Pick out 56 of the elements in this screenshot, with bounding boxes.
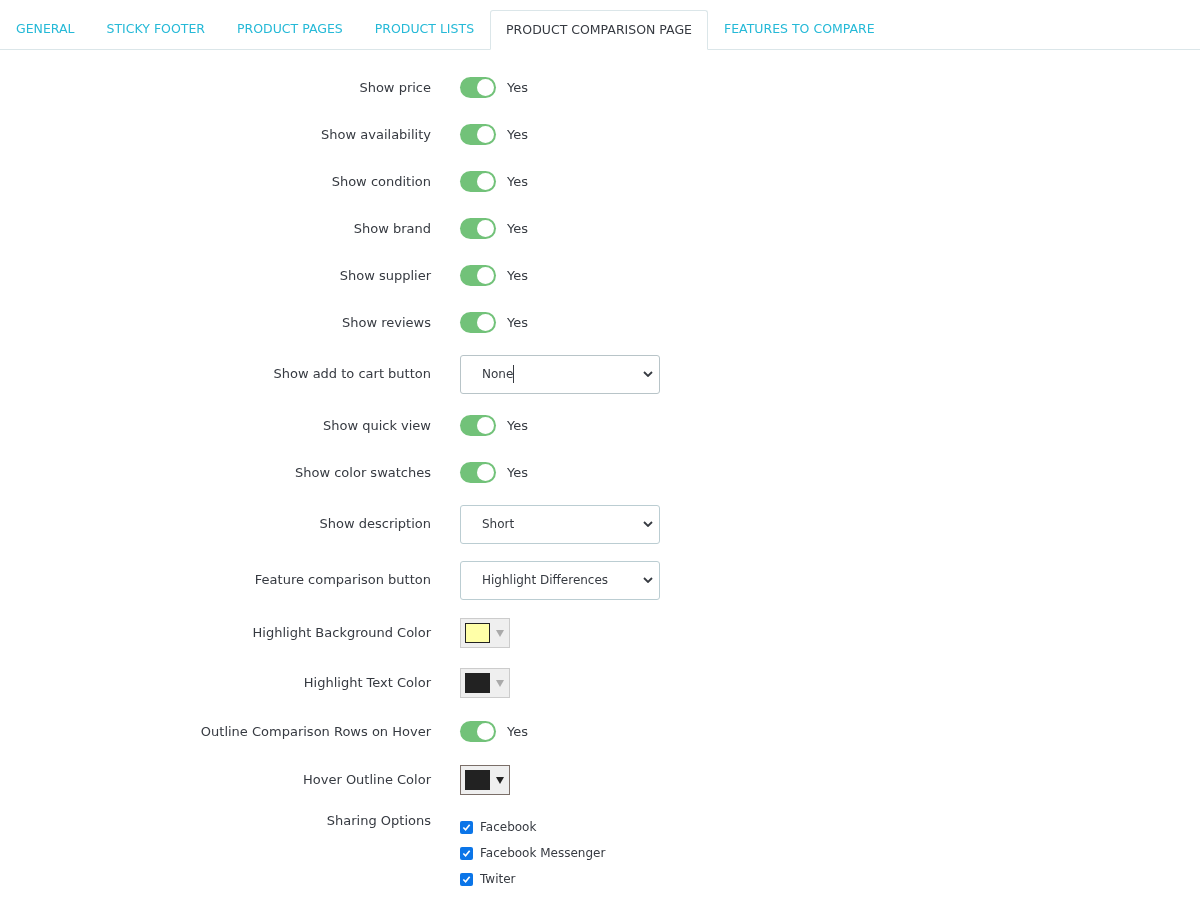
setting-label: Show supplier xyxy=(338,266,431,285)
setting-label: Highlight Text Color xyxy=(302,674,431,693)
chevron-down-icon xyxy=(643,521,653,527)
setting-label: Show availability xyxy=(320,125,431,144)
toggle-switch[interactable] xyxy=(460,124,496,145)
toggle-switch[interactable] xyxy=(460,77,496,98)
tab[interactable]: PRODUCT PAGES xyxy=(220,9,359,49)
toggle-switch[interactable] xyxy=(460,265,496,286)
setting-label: Show quick view xyxy=(321,416,431,435)
setting-label: Feature comparison button xyxy=(253,571,431,590)
caret-icon xyxy=(496,776,504,784)
toggle-value: Yes xyxy=(507,266,528,285)
color-picker[interactable] xyxy=(460,765,510,795)
toggle-value: Yes xyxy=(507,125,528,144)
setting-label: Sharing Options xyxy=(325,812,431,830)
toggle-value: Yes xyxy=(507,463,528,482)
toggle-switch[interactable] xyxy=(460,462,496,483)
checkbox-label: Facebook xyxy=(480,819,537,836)
chevron-down-icon xyxy=(643,371,653,377)
dropdown[interactable]: Highlight Differences xyxy=(460,560,660,600)
checkbox[interactable] xyxy=(460,820,473,834)
tab[interactable]: FEATURES TO COMPARE xyxy=(708,9,891,49)
caret-icon xyxy=(496,679,504,687)
setting-label: Show price xyxy=(358,78,431,97)
chevron-down-icon xyxy=(643,577,653,583)
toggle-switch[interactable] xyxy=(460,171,496,192)
toggle-value: Yes xyxy=(507,313,528,332)
setting-label: Show add to cart button xyxy=(272,365,431,384)
setting-label: Hover Outline Color xyxy=(302,771,431,790)
toggle-value: Yes xyxy=(507,722,528,741)
dropdown[interactable]: Short xyxy=(460,504,660,544)
checkbox-label: Twiter xyxy=(480,871,516,888)
checkbox[interactable] xyxy=(460,846,473,860)
checkbox[interactable] xyxy=(460,872,473,886)
dropdown[interactable]: None xyxy=(460,354,660,394)
tab[interactable]: PRODUCT LISTS xyxy=(358,9,491,49)
tab[interactable]: PRODUCT COMPARISON PAGE xyxy=(490,10,708,50)
tab[interactable]: STICKY FOOTER xyxy=(90,9,221,49)
toggle-value: Yes xyxy=(507,78,528,97)
setting-label: Outline Comparison Rows on Hover xyxy=(199,722,431,741)
toggle-value: Yes xyxy=(507,416,528,435)
setting-label: Highlight Background Color xyxy=(251,624,431,643)
toggle-value: Yes xyxy=(507,219,528,238)
toggle-switch[interactable] xyxy=(460,721,496,742)
setting-label: Show color swatches xyxy=(294,463,431,482)
toggle-switch[interactable] xyxy=(460,415,496,436)
caret-icon xyxy=(496,629,504,637)
setting-label: Show condition xyxy=(330,172,431,191)
tab[interactable]: GENERAL xyxy=(0,9,91,49)
checkbox-label: Facebook Messenger xyxy=(480,845,606,862)
toggle-switch[interactable] xyxy=(460,312,496,333)
setting-label: Show reviews xyxy=(341,313,431,332)
toggle-switch[interactable] xyxy=(460,218,496,239)
setting-label: Show description xyxy=(318,515,431,534)
setting-label: Show brand xyxy=(352,219,431,238)
toggle-value: Yes xyxy=(507,172,528,191)
